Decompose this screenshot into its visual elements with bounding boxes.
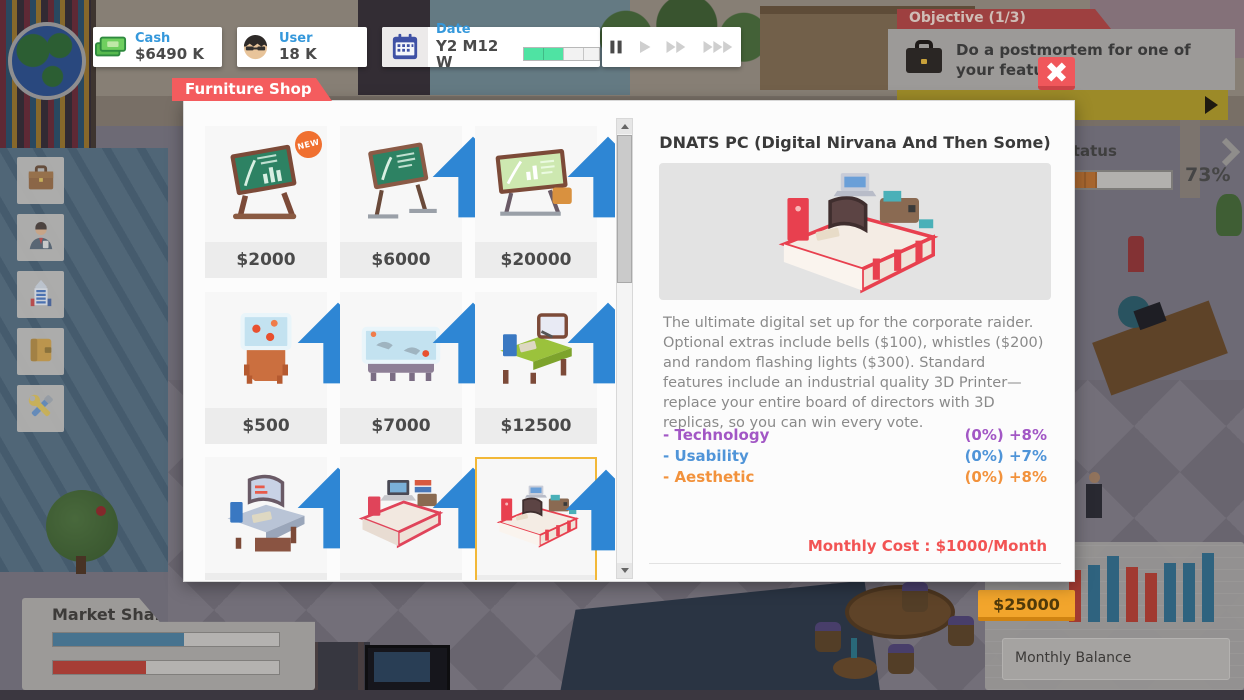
stat-usability-label: - Usability [663,447,749,465]
cash-value: $6490 K [135,44,205,63]
item-detail-title: DNATS PC (Digital Nirvana And Then Some) [659,133,1051,152]
monthly-balance-chart [1069,542,1239,622]
user-value: 18 K [279,44,317,63]
balance-bar [1202,553,1214,622]
cash-icon [93,35,129,59]
shop-item-whiteboard[interactable]: $6000 [340,126,514,278]
shop-item-curved-monitor-desk[interactable] [205,457,379,580]
sidebar-button-journal[interactable] [17,328,64,375]
user-icon [237,34,273,61]
week-progress-bar [522,47,600,62]
game-screen: Cash $6490 K User 18 K Date Y2 M12 W Obj… [0,0,1244,700]
date-value: Y2 M12 W [436,36,499,72]
upgrade-arrow-icon [294,299,379,384]
stat-technology-value: (0%) +8% [964,426,1047,444]
shop-scrollbar[interactable] [616,118,633,579]
item-price: $20000 [475,242,597,278]
upgrade-arrow-icon [564,299,615,384]
objective-text: Do a postmortem for one of your features [956,40,1191,79]
journal-icon [26,335,56,369]
sidebar-button-staff[interactable] [17,214,64,261]
balance-bar [1145,573,1157,622]
briefcase-icon [26,164,56,198]
furniture-shop-title-tab: Furniture Shop [172,78,332,101]
scrollbar-thumb[interactable] [617,135,632,283]
pause-button[interactable] [608,38,624,56]
item-stats: - Technology (0%) +8% - Usability (0%) +… [663,425,1047,488]
monthly-cost: Monthly Cost : $1000/Month [807,537,1047,555]
upgrade-arrow-icon [294,464,379,549]
item-price [205,573,327,580]
balance-bar [1183,563,1195,622]
shop-item-fish-tank[interactable]: $500 [205,292,379,444]
scroll-up-button[interactable] [617,119,632,134]
next-objective-arrow[interactable] [1205,96,1218,114]
item-price: $6000 [340,242,462,278]
upgrade-arrow-icon [429,299,514,384]
tools-icon [26,392,56,426]
shop-item-aquarium[interactable]: $7000 [340,292,514,444]
user-stat-box: User 18 K [237,27,367,67]
date-label: Date [436,22,471,38]
balance-bar [1088,565,1100,622]
upgrade-arrow-icon [429,133,514,218]
sidebar-button-settings[interactable] [17,385,64,432]
scroll-down-button[interactable] [617,563,632,578]
briefcase-icon [904,39,944,80]
upgrade-arrow-icon [564,133,615,218]
market-share-bar-blue [52,632,280,647]
sidebar-button-company[interactable] [17,271,64,318]
close-button[interactable] [1038,57,1075,90]
stat-aesthetic-label: - Aesthetic [663,468,755,486]
chevron-right-icon[interactable] [1220,137,1241,170]
item-price: $2000 [205,242,327,278]
balance-amount-button[interactable]: $25000 [978,590,1075,621]
upgrade-arrow-icon [429,464,514,549]
fast-forward-button[interactable] [665,39,689,55]
shop-item-presentation-screen[interactable]: $20000 [475,126,615,278]
fastest-forward-button[interactable] [702,39,736,55]
shop-item-laptop-desk[interactable] [340,457,514,580]
dnats-pc-preview-image [750,166,960,298]
market-share-fill [53,661,146,674]
item-price: $7000 [340,408,462,444]
item-price [477,575,595,580]
market-share-fill [53,633,185,646]
item-price: $500 [205,408,327,444]
stat-technology-label: - Technology [663,426,770,444]
furniture-shop-modal: NEW $2000 $6000 $20000 $500 $7000 $12500… [183,100,1075,582]
sidebar-button-inventory[interactable] [17,157,64,204]
shop-item-computer-desk[interactable]: $12500 [475,292,615,444]
objective-header: Objective (1/3) [897,9,1111,29]
market-share-bar-red [52,660,280,675]
date-stat-box: Date Y2 M12 W [382,23,600,70]
item-detail-panel: DNATS PC (Digital Nirvana And Then Some)… [649,117,1061,564]
play-button[interactable] [637,39,652,55]
shop-item-list: NEW $2000 $6000 $20000 $500 $7000 $12500 [200,117,615,580]
shop-item-dnats-pc[interactable] [475,457,615,580]
playback-controls [602,27,741,67]
shop-item-chalkboard[interactable]: NEW $2000 [205,126,327,278]
cash-stat-box: Cash $6490 K [93,27,222,67]
building-icon [26,278,56,312]
cash-label: Cash [135,30,171,46]
upgrade-arrow-icon [562,466,615,551]
user-label: User [279,30,313,46]
item-preview-box [659,163,1051,300]
item-price: $12500 [475,408,597,444]
balance-bar [1126,567,1138,622]
item-description: The ultimate digital set up for the corp… [663,315,1044,431]
stat-usability-value: (0%) +7% [964,447,1047,465]
item-price [340,573,462,580]
calendar-icon [382,27,428,67]
stat-aesthetic-value: (0%) +8% [964,468,1047,486]
monthly-balance-label-box: Monthly Balance [1002,638,1230,680]
staff-icon [26,221,56,255]
balance-bar [1164,563,1176,622]
balance-bar [1107,556,1119,622]
monthly-balance-label: Monthly Balance [1015,650,1132,666]
